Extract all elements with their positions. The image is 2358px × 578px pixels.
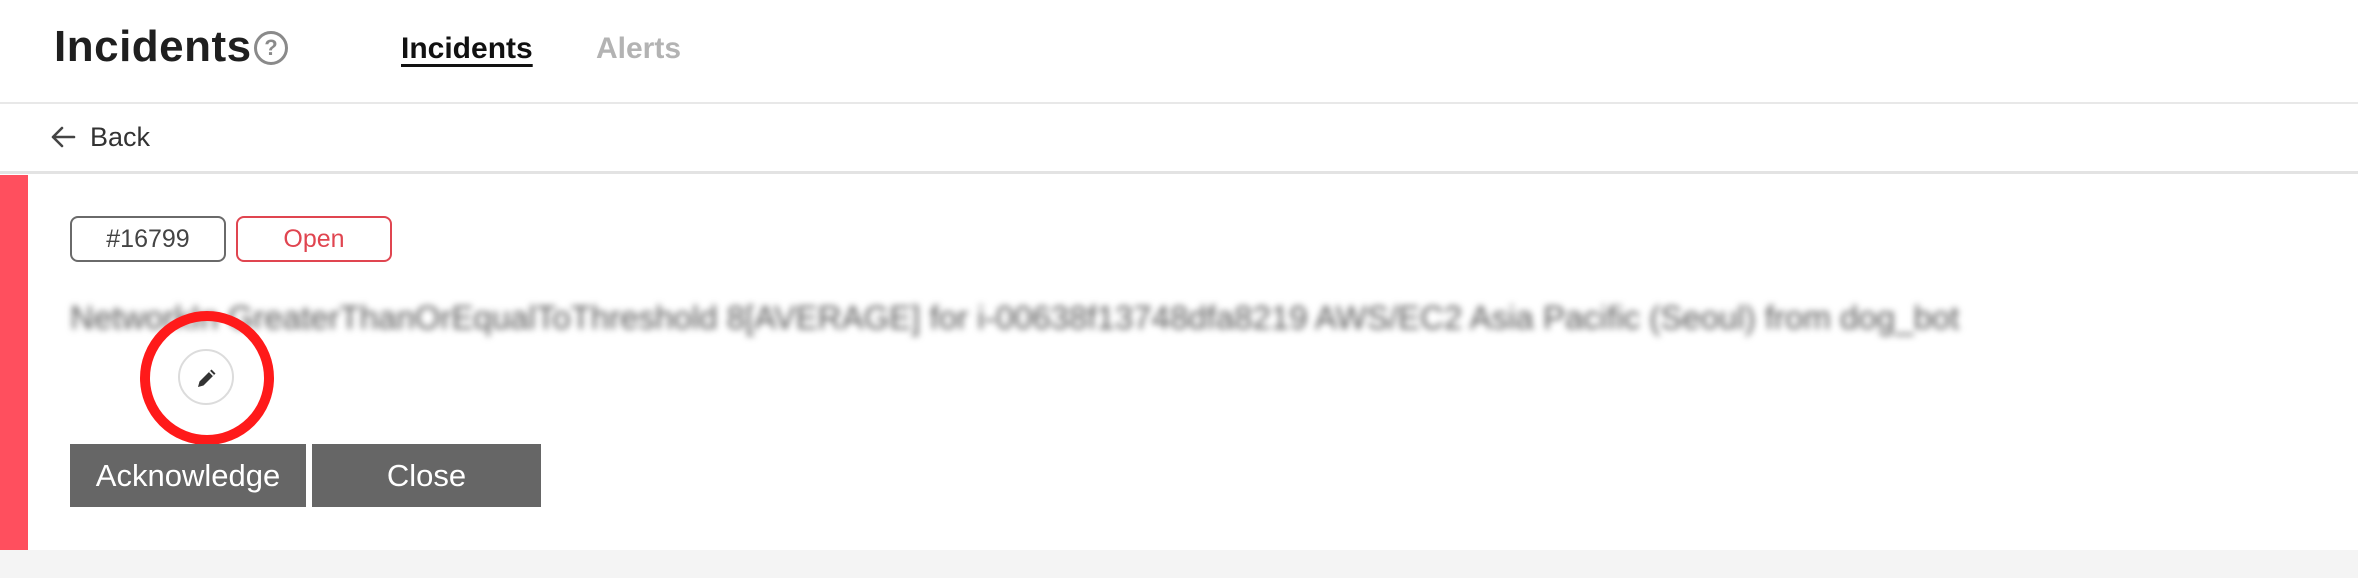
page-title: Incidents <box>54 22 252 71</box>
arrow-left-icon[interactable] <box>50 124 76 150</box>
status-badge: Open <box>236 216 392 262</box>
back-bar <box>0 104 2358 174</box>
acknowledge-button[interactable]: Acknowledge <box>70 444 306 507</box>
close-button[interactable]: Close <box>312 444 541 507</box>
tab-alerts[interactable]: Alerts <box>596 32 681 66</box>
pencil-icon <box>198 369 216 387</box>
footer-strip <box>0 550 2358 578</box>
incident-id-badge: #16799 <box>70 216 226 262</box>
top-header <box>0 0 2358 104</box>
incident-title: NetworkIn GreaterThanOrEqualToThreshold … <box>70 299 1960 336</box>
status-accent-bar <box>0 175 28 550</box>
edit-title-button[interactable] <box>178 349 234 405</box>
tab-incidents[interactable]: Incidents <box>401 32 533 66</box>
question-circle-icon[interactable]: ? <box>254 31 288 65</box>
back-link[interactable]: Back <box>90 122 150 153</box>
